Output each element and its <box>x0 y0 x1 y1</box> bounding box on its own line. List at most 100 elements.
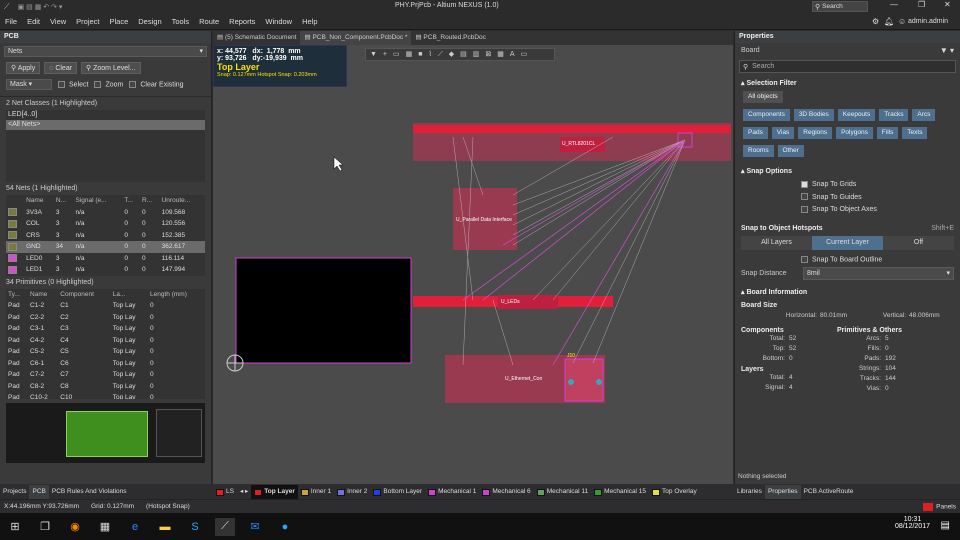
layer-nav-arrows[interactable]: ◂ ▸ <box>237 485 251 499</box>
col-component[interactable]: Component <box>58 289 110 301</box>
outlook-icon[interactable]: ✉ <box>245 518 265 536</box>
minimize-button[interactable]: — <box>890 0 898 9</box>
menu-file[interactable]: File <box>0 14 22 30</box>
properties-search[interactable]: ⚲ Search <box>739 60 956 73</box>
calculator-icon[interactable]: ▦ <box>95 518 115 536</box>
clock[interactable]: 10:31 08/12/2017 <box>895 516 930 530</box>
table-row[interactable]: Pad C3-1 C3 Top Lay 0 <box>6 323 205 335</box>
col-unrouted[interactable]: Unroute... <box>160 195 205 207</box>
col-n[interactable]: N... <box>54 195 74 207</box>
menu-tools[interactable]: Tools <box>167 14 195 30</box>
tab-schematic[interactable]: ▤ (5) Schematic Document <box>213 31 300 45</box>
hotspot-current-layer[interactable]: Current Layer <box>812 235 883 250</box>
pcb-canvas[interactable]: x: 44,577 dx: 1,778 mm y: 93,726 dy:-19,… <box>213 45 733 484</box>
layer-tab[interactable]: Top Layer <box>251 485 298 499</box>
menu-project[interactable]: Project <box>71 14 104 30</box>
zoom-check[interactable]: Zoom <box>94 80 123 88</box>
table-row[interactable]: 3V3A 3 n/a 0 0 109.568 <box>6 207 205 219</box>
filter-rooms[interactable]: Rooms <box>743 145 774 157</box>
filter-texts[interactable]: Texts <box>902 127 928 139</box>
mask-select[interactable]: Mask ▾ <box>6 79 52 90</box>
filter-other[interactable]: Other <box>777 145 804 157</box>
layer-set-button[interactable]: LS <box>213 485 237 499</box>
quick-access-icons[interactable]: ▣ ▤ ▦ ↶ ↷ ▾ <box>18 3 63 11</box>
layer-tab[interactable]: Top Overlay <box>649 485 700 499</box>
menu-place[interactable]: Place <box>105 14 134 30</box>
table-row[interactable]: COL 3 n/a 0 0 120.556 <box>6 218 205 230</box>
close-button[interactable]: ✕ <box>944 0 951 9</box>
filter-regions[interactable]: Regions <box>798 127 833 139</box>
table-row[interactable]: LED1 3 n/a 0 0 147.994 <box>6 264 205 276</box>
layer-tab[interactable]: Mechanical 11 <box>534 485 591 499</box>
table-row[interactable]: Pad C5-2 C5 Top Lay 0 <box>6 346 205 358</box>
filter-components[interactable]: Components <box>743 109 790 121</box>
layer-tab[interactable]: Inner 1 <box>298 485 334 499</box>
menu-help[interactable]: Help <box>297 14 322 30</box>
snap-to-grids-check[interactable]: Snap To Grids <box>801 179 960 192</box>
hotspot-off[interactable]: Off <box>883 236 954 250</box>
filter-fills[interactable]: Fills <box>876 127 899 139</box>
camera-icon[interactable]: ● <box>275 518 295 536</box>
list-item[interactable]: <All Nets> <box>6 120 205 130</box>
col-type[interactable]: Ty... <box>6 289 28 301</box>
selection-filter-header[interactable]: ▴ Selection Filter <box>735 75 960 91</box>
tab-pcb-activeroute[interactable]: PCB ActiveRoute <box>801 485 857 499</box>
menu-route[interactable]: Route <box>194 14 224 30</box>
col-signal[interactable]: Signal (e... <box>73 195 122 207</box>
menu-reports[interactable]: Reports <box>224 14 260 30</box>
snap-distance-select[interactable]: 8mil ▾ <box>803 266 954 280</box>
list-item[interactable]: LED[4..0] <box>6 110 205 120</box>
select-check[interactable]: Select <box>58 80 88 88</box>
bell-icon[interactable]: 🔔︎ <box>884 17 894 26</box>
layer-tab[interactable]: Mechanical 1 <box>425 485 479 499</box>
board-info-header[interactable]: ▴ Board Information <box>735 284 960 300</box>
file-explorer-icon[interactable]: ▬ <box>155 518 175 536</box>
user-name[interactable]: admin.admin <box>908 18 948 25</box>
gear-icon[interactable]: ⚙ <box>872 17 879 26</box>
clear-existing-check[interactable]: Clear Existing <box>129 80 184 88</box>
board-preview[interactable] <box>6 402 205 463</box>
table-row[interactable]: Pad C7-2 C7 Top Lay 0 <box>6 369 205 381</box>
altium-icon[interactable]: ⟋ <box>215 517 235 536</box>
col-name[interactable]: Name <box>28 289 58 301</box>
col-length[interactable]: Length (mm) <box>148 289 205 301</box>
table-row[interactable]: CRS 3 n/a 0 0 152.385 <box>6 230 205 242</box>
layer-tab[interactable]: Mechanical 15 <box>591 485 649 499</box>
windows-start-icon[interactable]: ⊞ <box>5 518 25 536</box>
maximize-button[interactable]: ❐ <box>918 0 925 9</box>
tab-libraries[interactable]: Libraries <box>734 485 765 499</box>
filter-vias[interactable]: Vias <box>771 127 795 139</box>
menu-edit[interactable]: Edit <box>22 14 45 30</box>
menu-window[interactable]: Window <box>260 14 297 30</box>
mode-select[interactable]: Nets ▾ <box>4 46 207 57</box>
col-r[interactable]: R... <box>140 195 160 207</box>
table-row[interactable]: Pad C1-2 C1 Top Lay 0 <box>6 300 205 312</box>
task-view-icon[interactable]: ❐ <box>35 518 55 536</box>
clear-button[interactable]: ◌ Clear <box>44 62 78 74</box>
snap-options-header[interactable]: ▴ Snap Options <box>735 163 960 179</box>
col-name[interactable]: Name <box>24 195 54 207</box>
apply-button[interactable]: ⚲ Apply <box>6 62 41 74</box>
tab-properties[interactable]: Properties <box>764 485 801 499</box>
panels-button[interactable]: Panels <box>923 502 956 511</box>
table-row[interactable]: GND 34 n/a 0 0 362.617 <box>6 241 205 253</box>
layer-tab[interactable]: Mechanical 6 <box>479 485 533 499</box>
filter-tracks[interactable]: Tracks <box>879 109 909 121</box>
table-row[interactable]: LED0 3 n/a 0 0 116.114 <box>6 253 205 265</box>
snap-outline-check[interactable]: Snap To Board Outline <box>735 252 960 263</box>
filter-icon[interactable]: ▼ ▾ <box>940 46 954 55</box>
zoom-level-button[interactable]: ⚲ Zoom Level... <box>81 62 141 74</box>
layer-tab[interactable]: Bottom Layer <box>370 485 425 499</box>
menu-view[interactable]: View <box>45 14 71 30</box>
filter-pads[interactable]: Pads <box>743 127 768 139</box>
tab-pcb[interactable]: PCB <box>29 485 49 499</box>
notification-icon[interactable]: ▤ <box>941 520 950 531</box>
firefox-icon[interactable]: ◉ <box>65 518 85 536</box>
user-icon[interactable]: ☺ <box>898 17 906 26</box>
menu-design[interactable]: Design <box>133 14 166 30</box>
hotspot-all-layers[interactable]: All Layers <box>741 236 812 250</box>
filter-keepouts[interactable]: Keepouts <box>837 109 876 121</box>
snap-to-guides-check[interactable]: Snap To Guides <box>801 192 960 205</box>
skype-icon[interactable]: S <box>185 518 205 536</box>
tab-pcb-rules[interactable]: PCB Rules And Violations <box>49 485 130 499</box>
